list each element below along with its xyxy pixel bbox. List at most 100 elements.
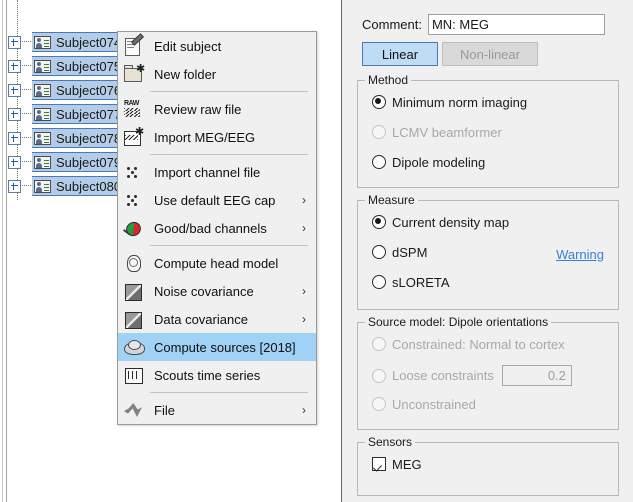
chevron-right-icon: › [302, 312, 306, 326]
covariance-matrix-icon [122, 281, 146, 301]
tree-connector [22, 161, 31, 163]
expand-icon[interactable] [8, 84, 21, 97]
import-meg-eeg-icon: ✱ [122, 127, 146, 147]
good-bad-channels-icon [122, 218, 146, 238]
radio-icon[interactable] [372, 369, 386, 383]
head-model-icon [122, 253, 146, 273]
radio-icon[interactable] [372, 155, 386, 169]
checkbox-meg[interactable]: MEG [372, 457, 422, 471]
comment-label: Comment: [362, 17, 422, 32]
model-type-button-group: Linear Non-linear [362, 42, 538, 66]
channel-dots-icon [122, 162, 146, 182]
tree-connector [22, 113, 31, 115]
radio-constrained-normal-to-cortex[interactable]: Constrained: Normal to cortex [372, 337, 565, 351]
tree-connector [22, 137, 31, 139]
comment-input[interactable] [428, 14, 605, 35]
new-folder-icon: ✱ [122, 64, 146, 84]
radio-sloreta[interactable]: sLORETA [372, 275, 450, 289]
menu-item-review-raw-file[interactable]: RAW Review raw file [118, 95, 316, 123]
menu-item-scouts-time-series[interactable]: Scouts time series [118, 361, 316, 389]
app-root: Subject074 Subject075 Subj [0, 0, 633, 502]
chevron-right-icon: › [302, 284, 306, 298]
tree-connector [22, 65, 31, 67]
menu-item-label: Compute sources [2018] [154, 341, 296, 354]
radio-minimum-norm-imaging[interactable]: Minimum norm imaging [372, 95, 527, 109]
menu-item-label: Scouts time series [154, 369, 260, 382]
subject-icon [34, 180, 51, 193]
menu-item-use-default-eeg-cap[interactable]: Use default EEG cap › [118, 186, 316, 214]
radio-icon[interactable] [372, 275, 386, 289]
radio-icon[interactable] [372, 95, 386, 109]
expand-icon[interactable] [8, 36, 21, 49]
tree-connector [22, 41, 31, 43]
menu-item-label: Import MEG/EEG [154, 131, 255, 144]
radio-unconstrained[interactable]: Unconstrained [372, 397, 476, 411]
sensors-group: Sensors MEG [357, 442, 619, 496]
menu-separator [150, 154, 308, 155]
menu-item-good-bad-channels[interactable]: Good/bad channels › [118, 214, 316, 242]
menu-item-file[interactable]: File › [118, 396, 316, 424]
radio-current-density-map[interactable]: Current density map [372, 215, 509, 229]
checkbox-icon[interactable] [372, 457, 386, 471]
radio-loose-constraints[interactable]: Loose constraints 0.2 [372, 365, 572, 386]
menu-item-label: Compute head model [154, 257, 278, 270]
loose-constraints-value-field[interactable]: 0.2 [502, 365, 572, 386]
expand-icon[interactable] [8, 132, 21, 145]
radio-label: Unconstrained [392, 398, 476, 411]
radio-icon[interactable] [372, 337, 386, 351]
radio-icon[interactable] [372, 125, 386, 139]
menu-separator [150, 245, 308, 246]
warning-link[interactable]: Warning [556, 247, 604, 262]
radio-label: dSPM [392, 246, 427, 259]
subject-icon [34, 132, 51, 145]
eeg-cap-dots-icon [122, 190, 146, 210]
checkbox-label: MEG [392, 458, 422, 471]
tree-connector [22, 185, 31, 187]
menu-separator [150, 91, 308, 92]
tree-item-label: Subject075 [56, 60, 121, 73]
menu-item-label: New folder [154, 68, 216, 81]
menu-item-noise-covariance[interactable]: Noise covariance › [118, 277, 316, 305]
chevron-right-icon: › [302, 193, 306, 207]
source-model-group-title: Source model: Dipole orientations [365, 315, 551, 329]
menu-item-edit-subject[interactable]: Edit subject [118, 32, 316, 60]
radio-icon[interactable] [372, 397, 386, 411]
expand-icon[interactable] [8, 60, 21, 73]
non-linear-button[interactable]: Non-linear [442, 42, 538, 66]
radio-dspm[interactable]: dSPM [372, 245, 427, 259]
method-group: Method Minimum norm imaging LCMV beamfor… [357, 80, 619, 188]
tree-item-label: Subject077 [56, 108, 121, 121]
subject-icon [34, 108, 51, 121]
method-group-title: Method [365, 73, 411, 87]
menu-item-label: Noise covariance [154, 285, 254, 298]
radio-label: Constrained: Normal to cortex [392, 338, 565, 351]
raw-file-icon: RAW [122, 99, 146, 119]
menu-item-data-covariance[interactable]: Data covariance › [118, 305, 316, 333]
tree-item-label: Subject074 [56, 36, 121, 49]
menu-item-new-folder[interactable]: ✱ New folder [118, 60, 316, 88]
compute-sources-icon [122, 337, 146, 357]
radio-label: sLORETA [392, 276, 450, 289]
tree-item-label: Subject080 [56, 180, 121, 193]
tree-item-label: Subject079 [56, 156, 121, 169]
menu-item-label: Good/bad channels [154, 222, 267, 235]
radio-icon[interactable] [372, 245, 386, 259]
radio-dipole-modeling[interactable]: Dipole modeling [372, 155, 485, 169]
subject-icon [34, 36, 51, 49]
linear-button[interactable]: Linear [362, 42, 438, 66]
menu-item-import-channel-file[interactable]: Import channel file [118, 158, 316, 186]
expand-icon[interactable] [8, 108, 21, 121]
menu-item-compute-head-model[interactable]: Compute head model [118, 249, 316, 277]
sensors-group-title: Sensors [365, 435, 415, 449]
chevron-right-icon: › [302, 221, 306, 235]
expand-icon[interactable] [8, 156, 21, 169]
scouts-time-series-icon [122, 365, 146, 385]
menu-item-compute-sources[interactable]: Compute sources [2018] [118, 333, 316, 361]
context-menu: Edit subject ✱ New folder RAW Review raw… [117, 31, 317, 425]
menu-item-label: Import channel file [154, 166, 260, 179]
menu-item-import-meg-eeg[interactable]: ✱ Import MEG/EEG [118, 123, 316, 151]
radio-lcmv-beamformer[interactable]: LCMV beamformer [372, 125, 502, 139]
expand-icon[interactable] [8, 180, 21, 193]
radio-label: Dipole modeling [392, 156, 485, 169]
radio-icon[interactable] [372, 215, 386, 229]
